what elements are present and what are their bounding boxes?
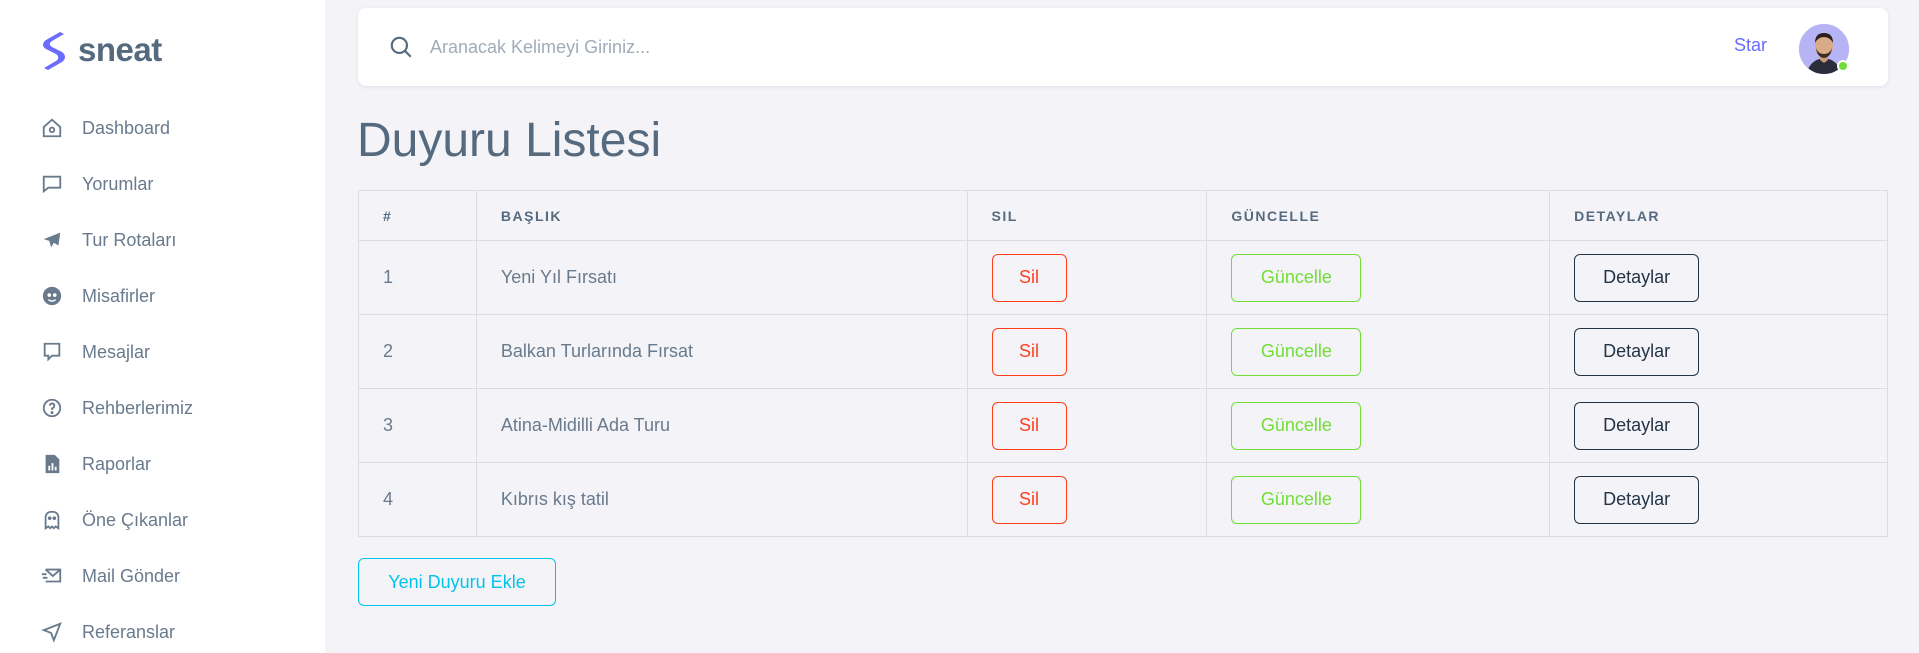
sidebar-item-raporlar[interactable]: Raporlar <box>0 436 325 492</box>
details-button[interactable]: Detaylar <box>1574 253 1700 302</box>
search-icon <box>390 36 412 58</box>
sidebar-item-yorumlar[interactable]: Yorumlar <box>0 156 325 212</box>
table-row: 4 Kıbrıs kış tatil Sil Güncelle Detaylar <box>358 462 1888 537</box>
ghost-icon <box>40 508 64 532</box>
star-link[interactable]: Star <box>1734 35 1767 56</box>
sidebar-item-label: Raporlar <box>82 453 152 474</box>
sidebar-item-label: Rehberlerimiz <box>82 397 194 418</box>
page-title: Duyuru Listesi <box>357 114 662 167</box>
sidebar: sneat Dashboard Yorumlar Tur Rotaları Mi… <box>0 0 325 653</box>
delete-button[interactable]: Sil <box>991 475 1067 524</box>
table-header-row: # BAŞLIK SIL GÜNCELLE DETAYLAR <box>358 190 1888 241</box>
sidebar-item-dashboard[interactable]: Dashboard <box>0 100 325 156</box>
help-circle-icon <box>40 396 64 420</box>
sidebar-item-mesajlar[interactable]: Mesajlar <box>0 324 325 380</box>
row-title: Balkan Turlarında Fırsat <box>475 314 968 389</box>
table-row: 3 Atina-Midilli Ada Turu Sil Güncelle De… <box>358 388 1888 463</box>
row-title: Yeni Yıl Fırsatı <box>475 240 968 315</box>
sidebar-item-referanslar[interactable]: Referanslar <box>0 604 325 653</box>
brand[interactable]: sneat <box>38 30 162 70</box>
sidebar-item-label: Dashboard <box>82 117 171 138</box>
sidebar-item-tur-rotalari[interactable]: Tur Rotaları <box>0 212 325 268</box>
announcement-table: # BAŞLIK SIL GÜNCELLE DETAYLAR 1 Yeni Yı… <box>358 190 1888 537</box>
comment-icon <box>40 172 64 196</box>
sidebar-menu: Dashboard Yorumlar Tur Rotaları Misafirl… <box>0 100 325 653</box>
sidebar-item-label: Misafirler <box>82 285 156 306</box>
message-icon <box>40 340 64 364</box>
update-button[interactable]: Güncelle <box>1231 253 1362 302</box>
table-row: 2 Balkan Turlarında Fırsat Sil Güncelle … <box>358 314 1888 389</box>
delete-button[interactable]: Sil <box>991 401 1067 450</box>
update-button[interactable]: Güncelle <box>1231 401 1362 450</box>
top-navbar: Star <box>358 8 1888 86</box>
sneat-logo-icon <box>43 32 65 70</box>
column-header-details: DETAYLAR <box>1549 190 1888 241</box>
delete-button[interactable]: Sil <box>991 253 1067 302</box>
column-header-delete: SIL <box>966 190 1208 241</box>
update-button[interactable]: Güncelle <box>1231 475 1362 524</box>
row-id: 2 <box>358 314 477 389</box>
face-icon <box>40 284 64 308</box>
announcement-table-container: # BAŞLIK SIL GÜNCELLE DETAYLAR 1 Yeni Yı… <box>358 190 1888 537</box>
row-id: 1 <box>358 240 477 315</box>
row-title: Kıbrıs kış tatil <box>475 462 968 537</box>
sidebar-item-label: Mesajlar <box>82 341 151 362</box>
sidebar-item-label: Referanslar <box>82 621 176 642</box>
sidebar-item-label: Yorumlar <box>82 173 154 194</box>
sidebar-item-label: Tur Rotaları <box>82 229 177 250</box>
sidebar-item-mail-gonder[interactable]: Mail Gönder <box>0 548 325 604</box>
sidebar-item-one-cikanlar[interactable]: Öne Çıkanlar <box>0 492 325 548</box>
search-input[interactable] <box>430 30 1330 64</box>
mail-send-icon <box>40 564 64 588</box>
update-button[interactable]: Güncelle <box>1231 327 1362 376</box>
online-status-dot <box>1837 60 1849 72</box>
sidebar-item-label: Mail Gönder <box>82 565 181 586</box>
sidebar-item-rehberlerimiz[interactable]: Rehberlerimiz <box>0 380 325 436</box>
home-icon <box>40 116 64 140</box>
sidebar-item-misafirler[interactable]: Misafirler <box>0 268 325 324</box>
brand-name: sneat <box>78 31 162 68</box>
report-icon <box>40 452 64 476</box>
avatar[interactable] <box>1799 24 1849 74</box>
sidebar-item-label: Öne Çıkanlar <box>82 509 189 530</box>
row-id: 3 <box>358 388 477 463</box>
plane-icon <box>40 228 64 252</box>
delete-button[interactable]: Sil <box>991 327 1067 376</box>
navigation-icon <box>40 620 64 644</box>
table-row: 1 Yeni Yıl Fırsatı Sil Güncelle Detaylar <box>358 240 1888 315</box>
details-button[interactable]: Detaylar <box>1574 327 1700 376</box>
column-header-title: BAŞLIK <box>475 190 968 241</box>
row-title: Atina-Midilli Ada Turu <box>475 388 968 463</box>
row-id: 4 <box>358 462 477 537</box>
details-button[interactable]: Detaylar <box>1574 475 1700 524</box>
column-header-update: GÜNCELLE <box>1206 190 1551 241</box>
add-announcement-button[interactable]: Yeni Duyuru Ekle <box>358 558 556 606</box>
column-header-number: # <box>358 190 477 241</box>
details-button[interactable]: Detaylar <box>1574 401 1700 450</box>
